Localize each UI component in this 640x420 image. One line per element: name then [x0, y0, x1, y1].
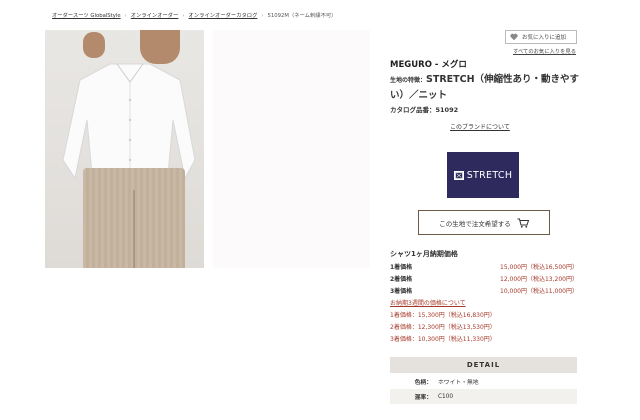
fabric-feature-label: 生地の特徴： — [390, 77, 427, 84]
price-value: 12,000円（税込13,200円） — [500, 276, 578, 283]
about-brand-link[interactable]: このブランドについて — [450, 122, 510, 131]
alt-price-row: 1着価格：15,300円（税込16,830円） — [390, 312, 496, 319]
three-week-price-link[interactable]: お納期3週間の価格について — [390, 298, 466, 307]
detail-header: DETAIL — [390, 357, 577, 373]
stretch-logo-text: STRETCH — [466, 169, 513, 181]
price-value: 15,000円（税込16,500円） — [500, 264, 578, 271]
trousers — [83, 168, 185, 268]
detail-value: C100 — [438, 393, 454, 400]
brand-name: MEGURO - メグロ — [390, 60, 467, 70]
heart-icon — [510, 33, 518, 41]
detail-row: 色柄： ホワイト・無地 — [390, 374, 577, 389]
breadcrumb-separator: › — [124, 13, 127, 19]
price-title: シャツ1ヶ月納期価格 — [390, 250, 458, 258]
catalog-number: カタログ品番：51092 — [390, 106, 459, 114]
order-request-label: この生地で注文希望する — [439, 219, 511, 228]
model-hand — [83, 32, 105, 58]
add-favorite-button[interactable]: お気に入りに追加 — [505, 30, 577, 44]
breadcrumb-current: 51092M（ネーム刺繍不可） — [267, 13, 337, 19]
price-row: 3着価格 10,000円（税込11,000円） — [390, 286, 578, 295]
view-favorites-link[interactable]: すべてのお気に入りを見る — [513, 47, 576, 55]
price-label: 2着価格 — [390, 276, 413, 283]
price-label: 1着価格 — [390, 264, 413, 271]
breadcrumb: オーダースーツ GlobalStyle › オンラインオーダー › オンラインオーダーカ… — [52, 11, 336, 19]
cart-icon — [517, 218, 529, 228]
fabric-feature: 生地の特徴：STRETCH（伸縮性あり・動きやすい）／ニット — [390, 72, 590, 103]
alt-price-row: 2着価格：12,300円（税込13,530円） — [390, 324, 496, 331]
model-head — [140, 30, 180, 64]
breadcrumb-separator: › — [261, 13, 264, 19]
price-row: 2着価格 12,000円（税込13,200円） — [390, 274, 578, 283]
shirt-illustration — [62, 63, 196, 185]
breadcrumb-item-catalog[interactable]: オンラインオーダーカタログ — [189, 13, 258, 19]
price-value: 10,000円（税込11,000円） — [500, 288, 578, 295]
breadcrumb-item-global-style[interactable]: オーダースーツ GlobalStyle — [52, 13, 121, 19]
add-favorite-label: お気に入りに追加 — [522, 35, 567, 41]
detail-key: 混率： — [414, 395, 432, 401]
detail-value: ホワイト・無地 — [438, 380, 479, 386]
breadcrumb-separator: › — [182, 13, 185, 19]
detail-row: 混率： C100 — [390, 389, 577, 404]
price-label: 3着価格 — [390, 288, 413, 295]
alt-price-row: 3着価格：10,300円（税込11,330円） — [390, 336, 496, 343]
order-request-button[interactable]: この生地で注文希望する — [418, 210, 550, 235]
stretch-arrows-icon — [453, 170, 464, 180]
product-photo[interactable] — [45, 30, 204, 268]
price-row: 1着価格 15,000円（税込16,500円） — [390, 262, 578, 271]
stretch-logo: STRETCH — [447, 152, 519, 198]
breadcrumb-item-online-order[interactable]: オンラインオーダー — [131, 13, 179, 19]
detail-key: 色柄： — [414, 380, 432, 386]
product-photo-secondary[interactable] — [213, 30, 370, 268]
